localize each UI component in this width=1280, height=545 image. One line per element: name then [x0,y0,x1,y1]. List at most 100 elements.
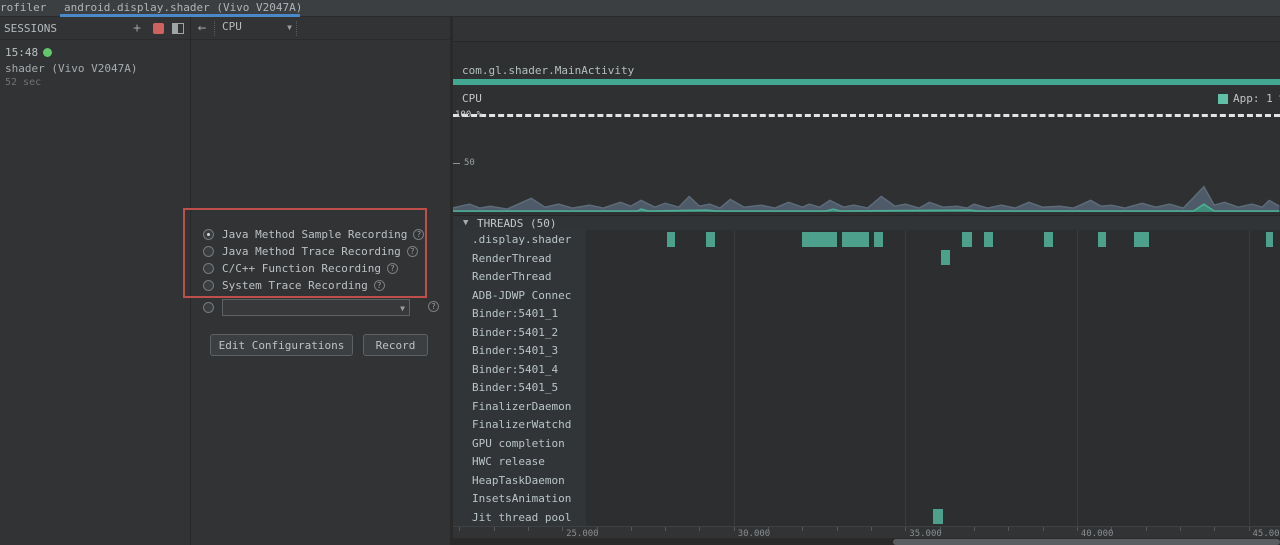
thread-activity-bar [1097,231,1107,247]
thread-row[interactable]: Binder:5401_1 [453,304,1280,323]
thread-row[interactable]: FinalizerWatchd [453,415,1280,434]
axis-minor-tick [665,527,667,531]
thread-name-label[interactable]: RenderThread [453,267,587,286]
radio-unselected[interactable] [203,262,214,274]
thread-row[interactable]: RenderThread [453,267,1280,286]
help-icon[interactable]: ? [428,301,439,312]
thread-row[interactable]: HeapTaskDaemon [453,470,1280,489]
help-icon[interactable]: ? [373,279,385,291]
y-axis-tick-50 [453,163,460,164]
thread-name-label[interactable]: HWC release [453,452,587,471]
session-duration: 52 sec [5,77,42,88]
threads-header-label: THREADS (50) [477,217,557,230]
radio-unselected[interactable] [203,245,214,257]
axis-minor-tick [1042,527,1044,531]
recording-option-label: System Trace Recording [222,278,368,292]
thread-row[interactable]: HWC release [453,452,1280,471]
thread-name-label[interactable]: FinalizerDaemon [453,396,587,415]
tab-session-active[interactable]: android.display.shader (Vivo V2047A) [64,1,304,14]
thread-row[interactable]: GPU completion [453,433,1280,452]
recording-option-row[interactable]: Java Method Trace Recording? [203,244,418,258]
axis-minor-tick [905,527,907,531]
horizontal-scrollbar[interactable] [453,538,1280,545]
recording-option-row[interactable]: System Trace Recording? [203,278,385,292]
thread-name-label[interactable]: .display.shader [453,230,587,249]
thread-row[interactable]: InsetsAnimation [453,489,1280,508]
profiler-type-dropdown[interactable]: CPU ▼ [222,20,292,36]
thread-name-label[interactable]: RenderThread [453,248,587,267]
axis-minor-tick [1248,527,1250,531]
thread-name-label[interactable]: Binder:5401_5 [453,378,587,397]
thread-activity-bar [1265,231,1274,247]
thread-activity-bar [706,231,715,247]
recording-option-label: C/C++ Function Recording [222,261,381,275]
config-dropdown[interactable]: ▼ [222,299,410,316]
axis-minor-tick [802,527,804,531]
thread-name-label[interactable]: Binder:5401_4 [453,359,587,378]
thread-row[interactable]: Binder:5401_4 [453,359,1280,378]
help-icon[interactable]: ? [406,245,418,257]
axis-minor-tick [733,527,735,531]
thread-row[interactable]: RenderThread [453,248,1280,267]
threads-section-header[interactable]: ▼ THREADS (50) [453,215,1280,230]
thread-name-label[interactable]: Binder:5401_1 [453,304,587,323]
thread-activity-bar [1133,231,1149,247]
collapse-caret-icon: ▼ [463,218,469,228]
thread-name-label[interactable]: HeapTaskDaemon [453,470,587,489]
help-icon[interactable]: ? [386,262,398,274]
edit-configurations-button[interactable]: Edit Configurations [210,334,353,356]
thread-activity-bar [984,231,993,247]
thread-name-label[interactable]: GPU completion [453,433,587,452]
axis-minor-tick [699,527,701,531]
stop-icon [152,22,164,34]
recording-option-label: Java Method Trace Recording [222,244,401,258]
thread-row[interactable]: Jit thread pool [453,507,1280,526]
session-time: 15:48 [5,46,184,62]
session-live-dot-icon [43,48,53,57]
radio-selected[interactable] [203,228,214,240]
stop-recording-button[interactable] [150,20,166,36]
time-axis: 25.00030.00035.00040.00045.000 [453,526,1280,539]
recording-option-label: Java Method Sample Recording [222,227,408,241]
custom-config-radio[interactable] [203,302,214,313]
axis-minor-tick [562,527,564,531]
add-session-button[interactable]: + [129,20,145,36]
session-time-label: 15:48 [5,46,39,59]
session-list-item[interactable]: 15:48 shader (Vivo V2047A) 52 sec [0,44,189,92]
collapse-panel-button[interactable] [170,20,186,36]
axis-minor-tick [527,527,529,531]
recording-option-row[interactable]: Java Method Sample Recording? [203,227,425,241]
chevron-down-icon: ▼ [287,23,292,32]
thread-row[interactable]: ADB-JDWP Connec [453,285,1280,304]
thread-name-label[interactable]: Jit thread pool [453,507,587,526]
thread-name-label[interactable]: Binder:5401_3 [453,341,587,360]
axis-minor-tick [974,527,975,531]
thread-name-label[interactable]: FinalizerWatchd [453,415,587,434]
axis-minor-tick [836,527,838,531]
thread-name-label[interactable]: ADB-JDWP Connec [453,285,587,304]
recording-option-row[interactable]: C/C++ Function Recording? [203,261,398,275]
scrollbar-thumb[interactable] [893,539,1280,545]
axis-minor-tick [871,527,872,531]
axis-minor-tick [1214,527,1216,531]
record-button[interactable]: Record [363,334,428,356]
thread-row[interactable]: Binder:5401_5 [453,378,1280,397]
thread-name-label[interactable]: InsetsAnimation [453,489,587,508]
thread-activity-bar [841,231,870,247]
thread-row[interactable]: FinalizerDaemon [453,396,1280,415]
thread-row[interactable]: Binder:5401_3 [453,341,1280,360]
thread-row[interactable]: .display.shader [453,230,1280,249]
radio-unselected[interactable] [203,279,214,291]
axis-minor-tick [1008,527,1010,531]
cpu-usage-area-chart[interactable] [453,42,1280,213]
panel-icon [172,22,184,34]
tab-profiler[interactable]: rofiler [0,1,54,14]
back-button[interactable]: ← [194,20,210,36]
thread-name-label[interactable]: Binder:5401_2 [453,322,587,341]
help-icon[interactable]: ? [413,228,425,240]
axis-minor-tick [459,527,461,531]
toolbar-separator [296,21,297,36]
y-axis-label-100: 100 % [455,110,483,120]
profiler-type-value: CPU [222,20,242,33]
thread-row[interactable]: Binder:5401_2 [453,322,1280,341]
